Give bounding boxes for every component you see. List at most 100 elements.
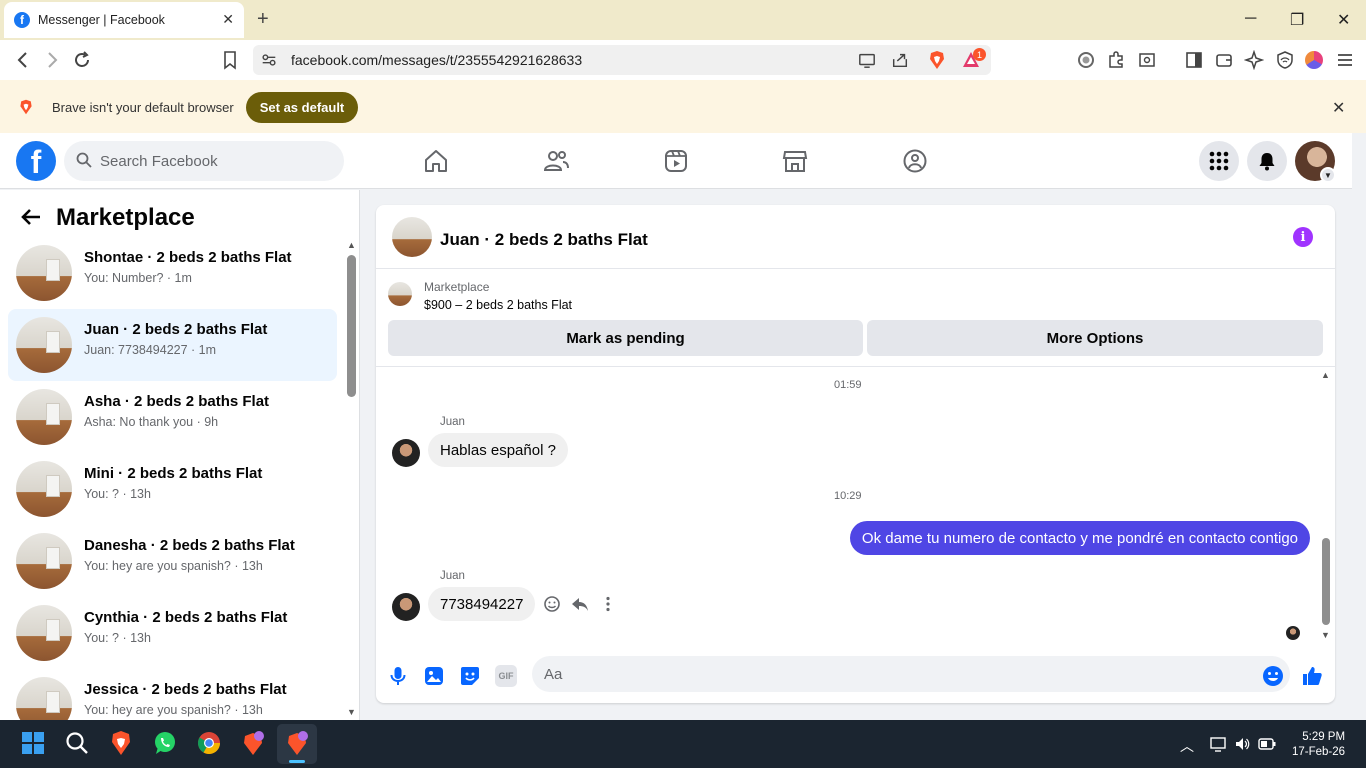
- listing-thumbnail: [16, 677, 72, 720]
- back-icon[interactable]: [13, 50, 33, 70]
- chat-scroll-up-arrow[interactable]: ▲: [1321, 370, 1330, 380]
- close-tab-icon[interactable]: ✕: [222, 11, 234, 28]
- brave-active-taskbar-icon[interactable]: [284, 730, 310, 756]
- groups-icon[interactable]: [902, 148, 928, 174]
- leo-ai-icon[interactable]: [1244, 50, 1264, 70]
- cast-icon[interactable]: [858, 51, 876, 69]
- listing-price-title[interactable]: $900 – 2 beds 2 baths Flat: [424, 298, 572, 312]
- conversation-item-juan[interactable]: Juan · 2 beds 2 baths Flat Juan: 7738494…: [8, 309, 337, 381]
- message-composer: GIF: [376, 653, 1335, 703]
- chevron-down-icon[interactable]: ▼: [1320, 167, 1336, 183]
- forward-icon[interactable]: [42, 50, 62, 70]
- close-window-icon[interactable]: ✕: [1337, 10, 1350, 30]
- more-vertical-icon[interactable]: [599, 595, 617, 613]
- friends-icon[interactable]: [543, 148, 569, 174]
- extensions-icon[interactable]: [1106, 50, 1126, 70]
- conversation-item-danesha[interactable]: Danesha · 2 beds 2 baths Flat You: hey a…: [8, 525, 337, 597]
- notifications-button[interactable]: [1247, 141, 1287, 181]
- bookmark-icon[interactable]: [220, 50, 240, 70]
- listing-thumbnail: [16, 461, 72, 517]
- chat-listing-thumbnail[interactable]: [392, 217, 432, 257]
- conversation-name: Shontae · 2 beds 2 baths Flat: [84, 249, 292, 266]
- brave-profile-taskbar-icon[interactable]: [240, 730, 266, 756]
- chrome-icon[interactable]: [196, 730, 222, 756]
- sender-avatar[interactable]: [392, 439, 420, 467]
- listing-thumbnail: [16, 317, 72, 373]
- outgoing-message[interactable]: Ok dame tu numero de contacto y me pondr…: [849, 521, 1310, 555]
- reply-icon[interactable]: [571, 595, 589, 613]
- mark-as-pending-button[interactable]: Mark as pending: [388, 320, 863, 356]
- gif-icon[interactable]: GIF: [495, 665, 517, 687]
- emoji-icon[interactable]: [1262, 665, 1284, 687]
- network-icon[interactable]: [1210, 736, 1226, 752]
- conversation-preview: You: Number? · 1m: [84, 271, 192, 285]
- profile-icon[interactable]: [1305, 51, 1323, 69]
- chat-scrollbar[interactable]: [1322, 538, 1330, 625]
- more-options-button[interactable]: More Options: [867, 320, 1323, 356]
- conversation-preview: Asha: No thank you · 9h: [84, 415, 219, 429]
- record-icon[interactable]: [1076, 50, 1096, 70]
- conversation-item-jessica[interactable]: Jessica · 2 beds 2 baths Flat You: hey a…: [8, 669, 337, 720]
- maximize-icon[interactable]: ❐: [1290, 10, 1304, 30]
- sticker-icon[interactable]: [459, 665, 481, 687]
- info-icon[interactable]: i: [1293, 227, 1313, 247]
- conversation-item-mini[interactable]: Mini · 2 beds 2 baths Flat You: ? · 13h: [8, 453, 337, 525]
- message-input[interactable]: [532, 656, 1290, 692]
- back-arrow-icon[interactable]: [20, 206, 42, 228]
- wallet-icon[interactable]: [1214, 50, 1234, 70]
- thumbs-up-icon[interactable]: [1301, 665, 1323, 687]
- home-icon[interactable]: [423, 148, 449, 174]
- chat-title[interactable]: Juan · 2 beds 2 baths Flat: [440, 230, 648, 250]
- infobar-close-icon[interactable]: ✕: [1332, 98, 1345, 118]
- conversation-preview: You: hey are you spanish? · 13h: [84, 703, 263, 717]
- marketplace-icon[interactable]: [782, 148, 808, 174]
- brave-logo-icon: [20, 99, 32, 115]
- sidebar-toggle-icon[interactable]: [1184, 50, 1204, 70]
- brave-taskbar-icon[interactable]: [108, 730, 134, 756]
- volume-icon[interactable]: [1234, 736, 1250, 752]
- menu-icon[interactable]: [1335, 50, 1355, 70]
- seen-by-avatar: [1286, 626, 1300, 640]
- scroll-down-arrow[interactable]: ▼: [347, 707, 356, 717]
- chat-scroll-down-arrow[interactable]: ▼: [1321, 630, 1330, 640]
- set-as-default-button[interactable]: Set as default: [246, 92, 358, 123]
- menu-grid-button[interactable]: [1199, 141, 1239, 181]
- rewards-badge: 1: [973, 48, 986, 61]
- search-facebook-input[interactable]: Search Facebook: [64, 141, 344, 181]
- windows-start-icon[interactable]: [20, 730, 46, 756]
- sender-avatar[interactable]: [392, 593, 420, 621]
- battery-icon[interactable]: [1258, 737, 1276, 751]
- photo-icon[interactable]: [423, 665, 445, 687]
- reader-mode-icon[interactable]: [1137, 50, 1157, 70]
- scroll-up-arrow[interactable]: ▲: [347, 240, 356, 250]
- conversation-item-cynthia[interactable]: Cynthia · 2 beds 2 baths Flat You: ? · 1…: [8, 597, 337, 669]
- infobar-text: Brave isn't your default browser: [52, 100, 234, 115]
- brave-shields-icon[interactable]: [927, 50, 947, 70]
- clock-date: 17-Feb-26: [1292, 746, 1346, 758]
- react-emoji-icon[interactable]: [543, 595, 561, 613]
- facebook-favicon-icon: f: [14, 12, 30, 28]
- message-sender: Juan: [440, 570, 465, 582]
- incoming-message[interactable]: Hablas español ?: [428, 433, 568, 467]
- minimize-icon[interactable]: ─: [1245, 10, 1256, 28]
- conversation-item-asha[interactable]: Asha · 2 beds 2 baths Flat Asha: No than…: [8, 381, 337, 453]
- page-scrollbar[interactable]: [1352, 133, 1366, 720]
- taskbar-search-icon[interactable]: [64, 730, 90, 756]
- whatsapp-icon[interactable]: [152, 730, 178, 756]
- incoming-message[interactable]: 7738494227: [428, 587, 536, 621]
- url-text[interactable]: facebook.com/messages/t/2355542921628633: [291, 52, 582, 68]
- show-hidden-icons[interactable]: ︿: [1180, 736, 1194, 756]
- video-icon[interactable]: [663, 148, 689, 174]
- listing-thumbnail: [16, 245, 72, 301]
- sidebar-scrollbar[interactable]: [347, 255, 356, 397]
- reload-icon[interactable]: [72, 50, 92, 70]
- vpn-icon[interactable]: [1275, 50, 1295, 70]
- share-icon[interactable]: [891, 51, 909, 69]
- microphone-icon[interactable]: [387, 665, 409, 687]
- facebook-logo[interactable]: f: [16, 141, 56, 181]
- new-tab-icon[interactable]: +: [257, 8, 269, 31]
- conversation-item-shontae[interactable]: Shontae · 2 beds 2 baths Flat You: Numbe…: [8, 237, 337, 309]
- browser-tab-messenger[interactable]: f Messenger | Facebook ✕: [4, 2, 244, 38]
- taskbar-clock[interactable]: 5:29 PM 17-Feb-26: [1292, 730, 1345, 760]
- site-settings-icon[interactable]: [260, 51, 278, 69]
